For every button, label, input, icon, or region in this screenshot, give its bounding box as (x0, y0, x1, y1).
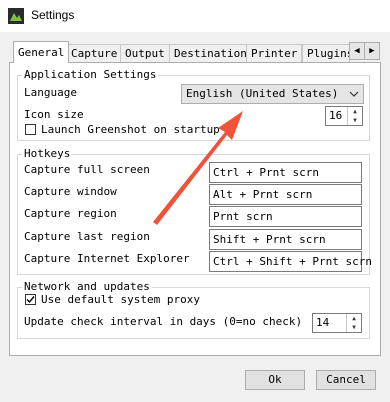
hotkey-label-last-region: Capture last region (24, 230, 150, 243)
update-interval-value: 14 (316, 316, 330, 329)
spin-up-icon[interactable]: ▲ (347, 314, 361, 323)
icon-size-value: 16 (329, 109, 343, 122)
spin-down-icon[interactable]: ▼ (347, 323, 361, 332)
launch-on-startup-checkbox[interactable] (25, 124, 36, 135)
update-interval-spin-buttons: ▲ ▼ (346, 314, 361, 332)
language-label: Language (24, 86, 77, 99)
hotkey-field-window[interactable]: Alt + Prnt scrn (209, 184, 362, 205)
hotkeys-legend: Hotkeys (22, 147, 73, 160)
language-select[interactable]: English (United States) (181, 84, 364, 104)
language-select-value: English (United States) (186, 87, 339, 100)
update-interval-stepper[interactable]: 14 ▲ ▼ (312, 313, 362, 333)
hotkey-label-internet-explorer: Capture Internet Explorer (24, 252, 190, 265)
cancel-button[interactable]: Cancel (316, 370, 376, 390)
update-interval-label: Update check interval in days (0=no chec… (24, 315, 303, 328)
tab-plugins[interactable]: Plugins (302, 44, 350, 62)
network-updates-legend: Network and updates (22, 280, 152, 293)
launch-on-startup-label: Launch Greenshot on startup (41, 123, 220, 136)
hotkey-field-region[interactable]: Prnt scrn (209, 206, 362, 227)
chevron-right-icon: ▶ (369, 46, 375, 56)
tab-printer[interactable]: Printer (246, 44, 303, 62)
application-settings-legend: Application Settings (22, 68, 159, 81)
hotkey-field-last-region[interactable]: Shift + Prnt scrn (209, 229, 362, 250)
tab-capture[interactable]: Capture (66, 44, 123, 62)
chevron-down-icon (349, 91, 359, 97)
icon-size-label: Icon size (24, 108, 84, 121)
spin-down-icon[interactable]: ▼ (348, 116, 362, 125)
spin-up-icon[interactable]: ▲ (348, 107, 362, 116)
use-system-proxy-checkbox[interactable] (25, 294, 36, 305)
icon-size-spin-buttons: ▲ ▼ (347, 107, 362, 125)
tab-scroll-left-button[interactable]: ◀ (349, 42, 365, 60)
window-title: Settings (31, 8, 75, 22)
hotkey-field-internet-explorer[interactable]: Ctrl + Shift + Prnt scrn (209, 251, 372, 272)
icon-size-stepper[interactable]: 16 ▲ ▼ (325, 106, 363, 126)
tab-output[interactable]: Output (120, 44, 170, 62)
checkmark-icon (26, 296, 35, 304)
tab-destination[interactable]: Destination (169, 44, 252, 62)
hotkey-field-full-screen[interactable]: Ctrl + Prnt scrn (209, 162, 362, 183)
ok-button[interactable]: Ok (245, 370, 305, 390)
chevron-left-icon: ◀ (354, 46, 360, 56)
hotkey-label-full-screen: Capture full screen (24, 163, 150, 176)
hotkey-label-region: Capture region (24, 207, 117, 220)
hotkey-label-window: Capture window (24, 185, 117, 198)
use-system-proxy-label: Use default system proxy (41, 293, 200, 306)
greenshot-app-icon (8, 8, 24, 24)
tab-scroll-right-button[interactable]: ▶ (364, 42, 380, 60)
tab-general[interactable]: General (13, 41, 70, 63)
